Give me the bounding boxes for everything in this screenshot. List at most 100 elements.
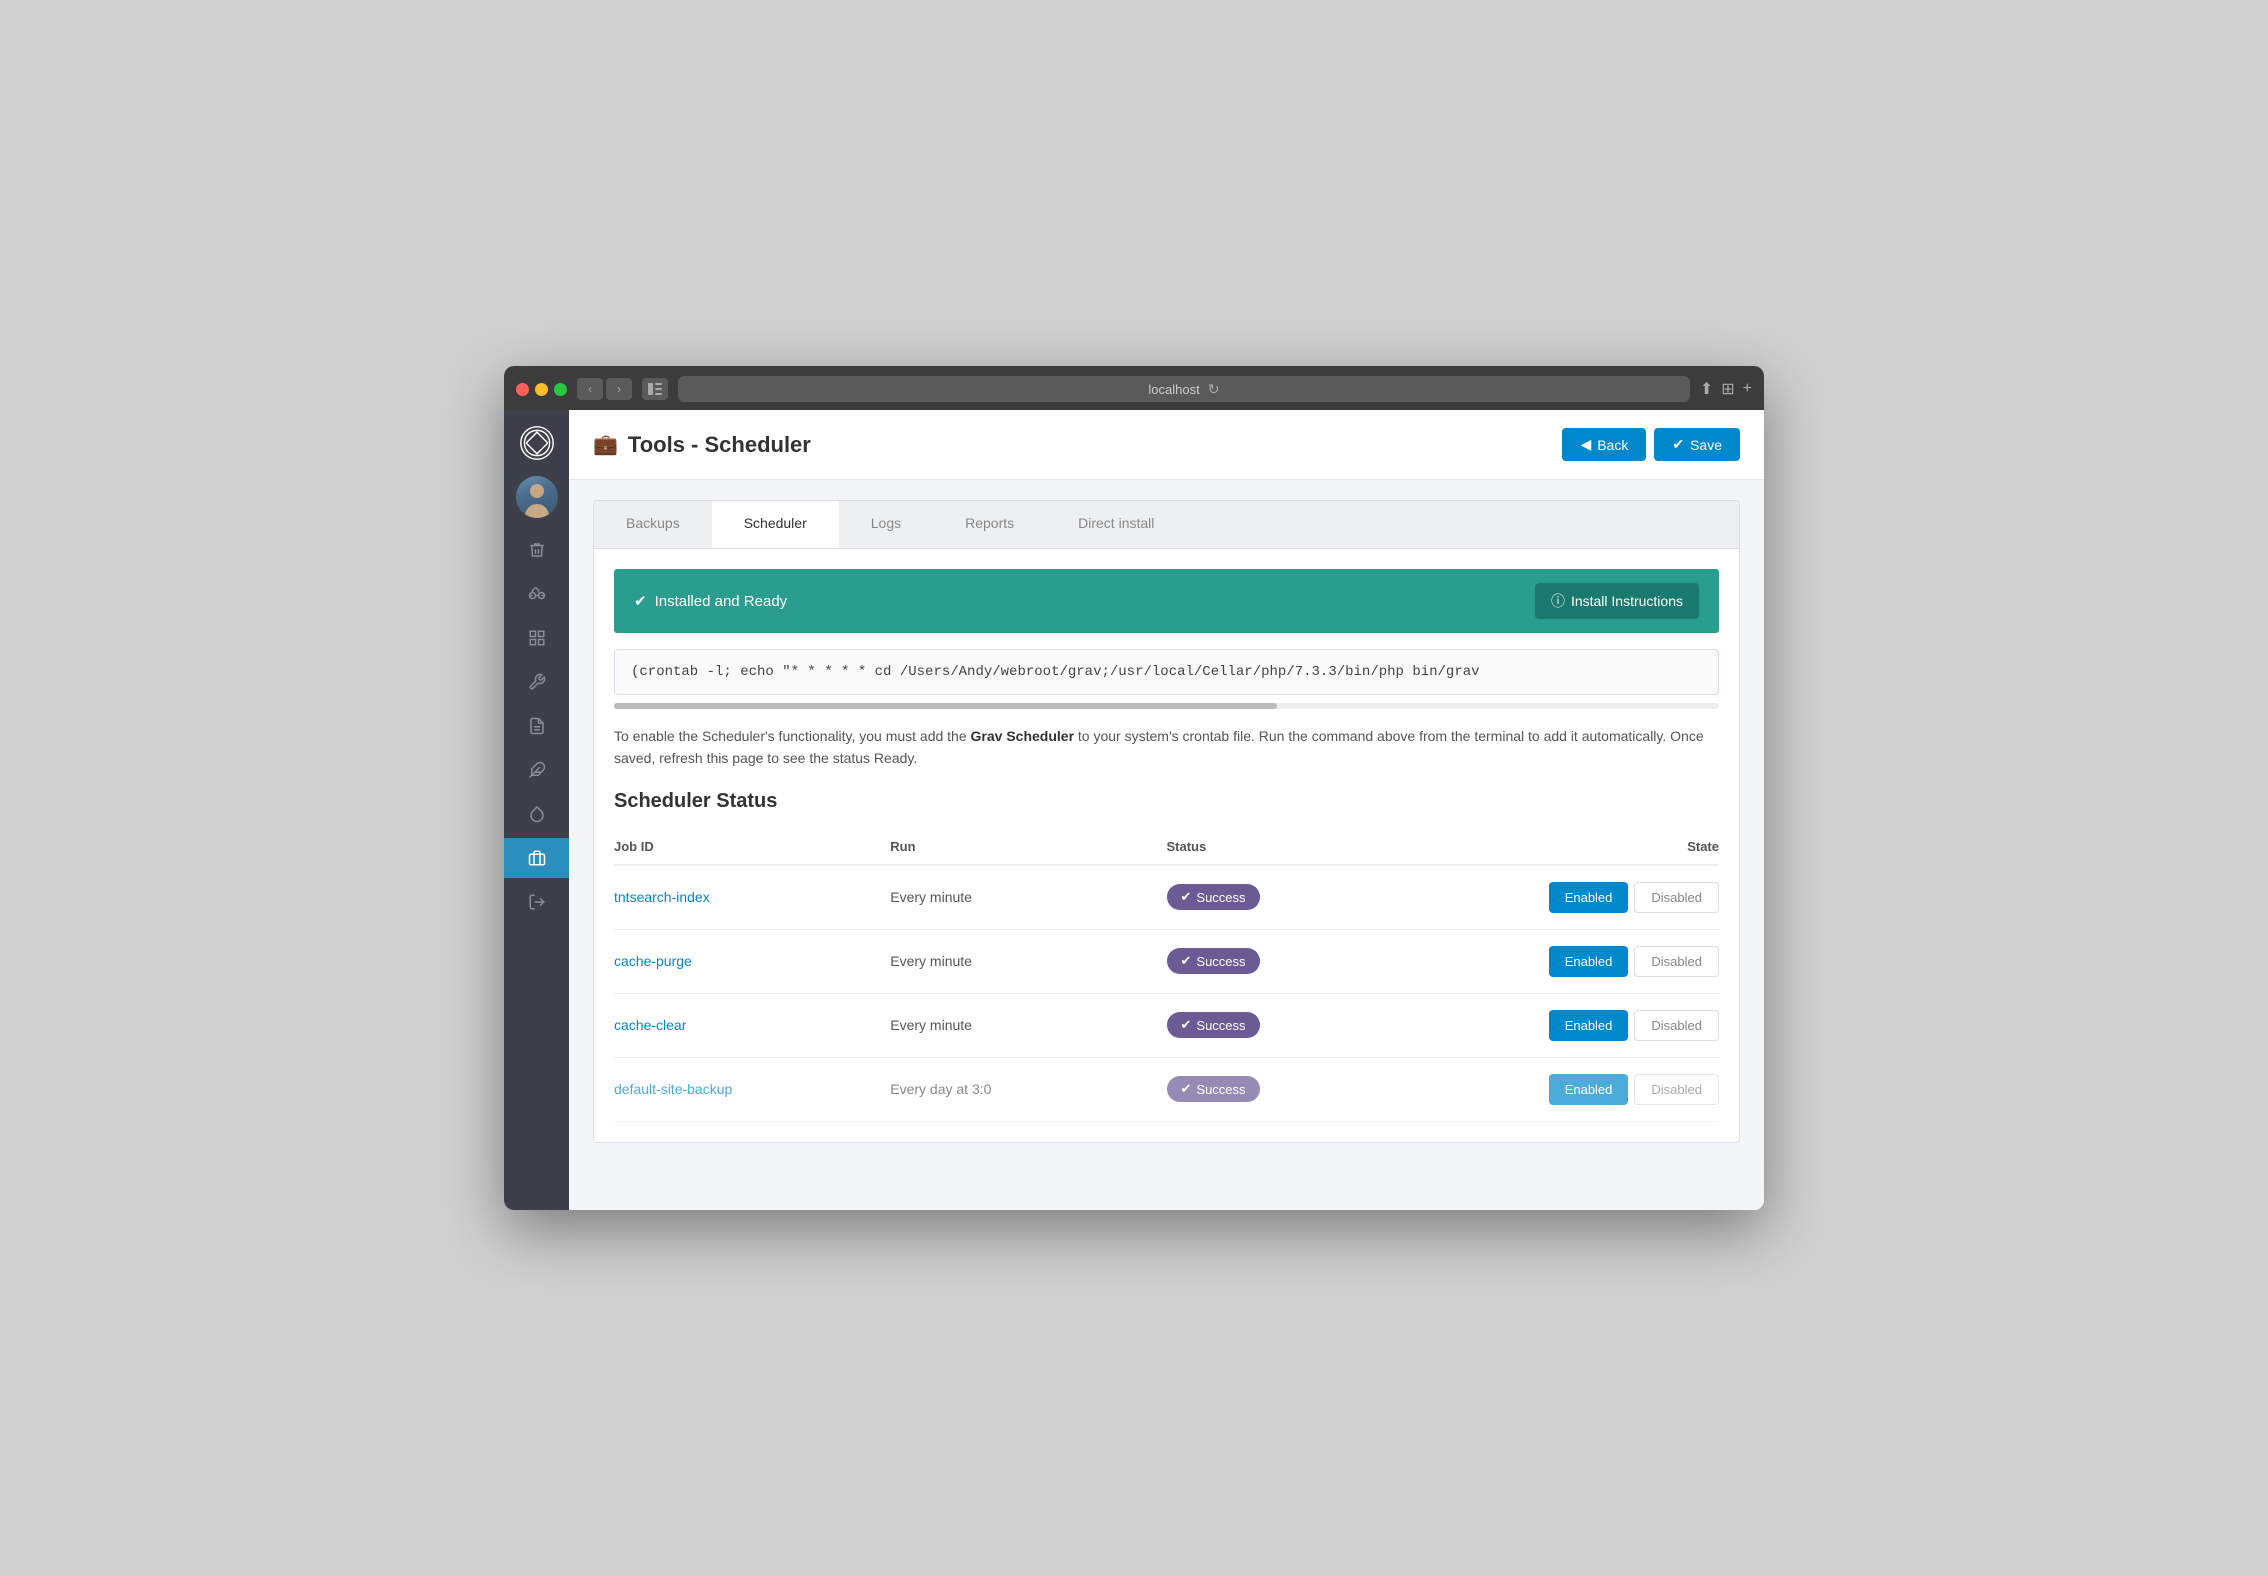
minimize-button[interactable] bbox=[535, 383, 548, 396]
job-id-cache-purge[interactable]: cache-purge bbox=[614, 953, 890, 969]
badge-check-icon-3: ✔ bbox=[1181, 1017, 1192, 1033]
sidebar-item-plugin[interactable] bbox=[504, 750, 569, 790]
status-tntsearch: ✔ Success bbox=[1167, 884, 1443, 910]
disabled-button-cache-purge[interactable]: Disabled bbox=[1634, 946, 1719, 977]
status-banner: ✔ Installed and Ready ⓘ Install Instruct… bbox=[614, 569, 1719, 633]
table-row: default-site-backup Every day at 3:0 ✔ S… bbox=[614, 1058, 1719, 1122]
run-cache-purge: Every minute bbox=[890, 953, 1166, 969]
info-icon: ⓘ bbox=[1551, 591, 1565, 611]
badge-check-icon: ✔ bbox=[1181, 889, 1192, 905]
run-default-backup: Every day at 3:0 bbox=[890, 1081, 1166, 1097]
sidebar-toggle-button[interactable] bbox=[642, 378, 668, 400]
sidebar-item-file[interactable] bbox=[504, 706, 569, 746]
section-title: Scheduler Status bbox=[614, 790, 1719, 813]
url-text: localhost bbox=[1148, 382, 1199, 397]
forward-nav-button[interactable]: › bbox=[606, 378, 632, 400]
command-scroll-thumb bbox=[614, 703, 1277, 709]
browser-chrome: ‹ › localhost ↻ ⬆ ⊞ + bbox=[504, 366, 1764, 410]
col-status: Status bbox=[1167, 839, 1443, 854]
description-text: To enable the Scheduler's functionality,… bbox=[614, 725, 1719, 770]
address-bar[interactable]: localhost ↻ bbox=[678, 376, 1690, 402]
sidebar-item-logout[interactable] bbox=[504, 882, 569, 922]
tab-direct-install[interactable]: Direct install bbox=[1046, 501, 1186, 548]
status-cache-clear: ✔ Success bbox=[1167, 1012, 1443, 1038]
page-title: Tools - Scheduler bbox=[628, 432, 811, 458]
sidebar-item-grid[interactable] bbox=[504, 618, 569, 658]
back-icon: ◀ bbox=[1580, 436, 1591, 453]
traffic-lights bbox=[516, 383, 567, 396]
add-tab-button[interactable]: + bbox=[1743, 379, 1752, 399]
col-state: State bbox=[1443, 839, 1719, 854]
share-button[interactable]: ⬆ bbox=[1700, 379, 1713, 399]
run-cache-clear: Every minute bbox=[890, 1017, 1166, 1033]
enabled-button-cache-purge[interactable]: Enabled bbox=[1549, 946, 1629, 977]
state-default-backup: Enabled Disabled bbox=[1443, 1074, 1719, 1105]
header-actions: ◀ Back ✔ Save bbox=[1562, 428, 1740, 461]
job-id-default-backup[interactable]: default-site-backup bbox=[614, 1081, 890, 1097]
avatar-image bbox=[516, 476, 558, 518]
browser-window: ‹ › localhost ↻ ⬆ ⊞ + bbox=[504, 366, 1764, 1210]
success-badge-3: ✔ Success bbox=[1167, 1012, 1260, 1038]
top-header: 💼 Tools - Scheduler ◀ Back ✔ Save bbox=[569, 410, 1764, 480]
close-button[interactable] bbox=[516, 383, 529, 396]
job-id-cache-clear[interactable]: cache-clear bbox=[614, 1017, 890, 1033]
back-nav-button[interactable]: ‹ bbox=[577, 378, 603, 400]
nav-buttons: ‹ › bbox=[577, 378, 632, 400]
success-badge: ✔ Success bbox=[1167, 884, 1260, 910]
enabled-button-cache-clear[interactable]: Enabled bbox=[1549, 1010, 1629, 1041]
table-row: cache-clear Every minute ✔ Success En bbox=[614, 994, 1719, 1058]
install-instructions-button[interactable]: ⓘ Install Instructions bbox=[1535, 583, 1699, 619]
sidebar-item-wrench[interactable] bbox=[504, 662, 569, 702]
browser-actions: ⬆ ⊞ + bbox=[1700, 379, 1752, 399]
save-button[interactable]: ✔ Save bbox=[1654, 428, 1740, 461]
tab-reports[interactable]: Reports bbox=[933, 501, 1046, 548]
sidebar-item-drop[interactable] bbox=[504, 794, 569, 834]
new-tab-button[interactable]: ⊞ bbox=[1721, 379, 1734, 399]
content-area: Backups Scheduler Logs Reports Direct in bbox=[569, 480, 1764, 1210]
status-cache-purge: ✔ Success bbox=[1167, 948, 1443, 974]
maximize-button[interactable] bbox=[554, 383, 567, 396]
check-icon: ✔ bbox=[1672, 436, 1684, 453]
status-table: Job ID Run Status State tntsearch-index … bbox=[614, 829, 1719, 1122]
disabled-button-default-backup[interactable]: Disabled bbox=[1634, 1074, 1719, 1105]
badge-check-icon-4: ✔ bbox=[1181, 1081, 1192, 1097]
table-header: Job ID Run Status State bbox=[614, 829, 1719, 866]
badge-check-icon-2: ✔ bbox=[1181, 953, 1192, 969]
page-title-area: 💼 Tools - Scheduler bbox=[593, 432, 811, 458]
enabled-button-tntsearch[interactable]: Enabled bbox=[1549, 882, 1629, 913]
back-button[interactable]: ◀ Back bbox=[1562, 428, 1646, 461]
state-cache-purge: Enabled Disabled bbox=[1443, 946, 1719, 977]
state-tntsearch: Enabled Disabled bbox=[1443, 882, 1719, 913]
tab-scheduler[interactable]: Scheduler bbox=[712, 501, 839, 548]
avatar[interactable] bbox=[516, 476, 558, 518]
col-job-id: Job ID bbox=[614, 839, 890, 854]
tabs: Backups Scheduler Logs Reports Direct in bbox=[594, 501, 1739, 549]
main-content: 💼 Tools - Scheduler ◀ Back ✔ Save bbox=[569, 410, 1764, 1210]
sidebar-nav bbox=[504, 530, 569, 1210]
disabled-button-tntsearch[interactable]: Disabled bbox=[1634, 882, 1719, 913]
sidebar-item-binoculars[interactable] bbox=[504, 574, 569, 614]
success-badge-2: ✔ Success bbox=[1167, 948, 1260, 974]
content-card: Backups Scheduler Logs Reports Direct in bbox=[593, 500, 1740, 1143]
logo-icon bbox=[519, 425, 555, 461]
table-row: cache-purge Every minute ✔ Success En bbox=[614, 930, 1719, 994]
page-title-icon: 💼 bbox=[593, 432, 618, 457]
command-area: (crontab -l; echo "* * * * * cd /Users/A… bbox=[614, 649, 1719, 709]
job-id-tntsearch[interactable]: tntsearch-index bbox=[614, 889, 890, 905]
tab-backups[interactable]: Backups bbox=[594, 501, 712, 548]
success-badge-4: ✔ Success bbox=[1167, 1076, 1260, 1102]
enabled-button-default-backup[interactable]: Enabled bbox=[1549, 1074, 1629, 1105]
disabled-button-cache-clear[interactable]: Disabled bbox=[1634, 1010, 1719, 1041]
reload-icon[interactable]: ↻ bbox=[1208, 381, 1220, 398]
sidebar-item-trash[interactable] bbox=[504, 530, 569, 570]
sidebar bbox=[504, 410, 569, 1210]
state-cache-clear: Enabled Disabled bbox=[1443, 1010, 1719, 1041]
sidebar-item-tools[interactable] bbox=[504, 838, 569, 878]
app-layout: 💼 Tools - Scheduler ◀ Back ✔ Save bbox=[504, 410, 1764, 1210]
status-text: ✔ Installed and Ready bbox=[634, 592, 787, 610]
command-scrollbar[interactable] bbox=[614, 703, 1719, 709]
command-box[interactable]: (crontab -l; echo "* * * * * cd /Users/A… bbox=[614, 649, 1719, 695]
status-default-backup: ✔ Success bbox=[1167, 1076, 1443, 1102]
tab-logs[interactable]: Logs bbox=[839, 501, 933, 548]
col-run: Run bbox=[890, 839, 1166, 854]
